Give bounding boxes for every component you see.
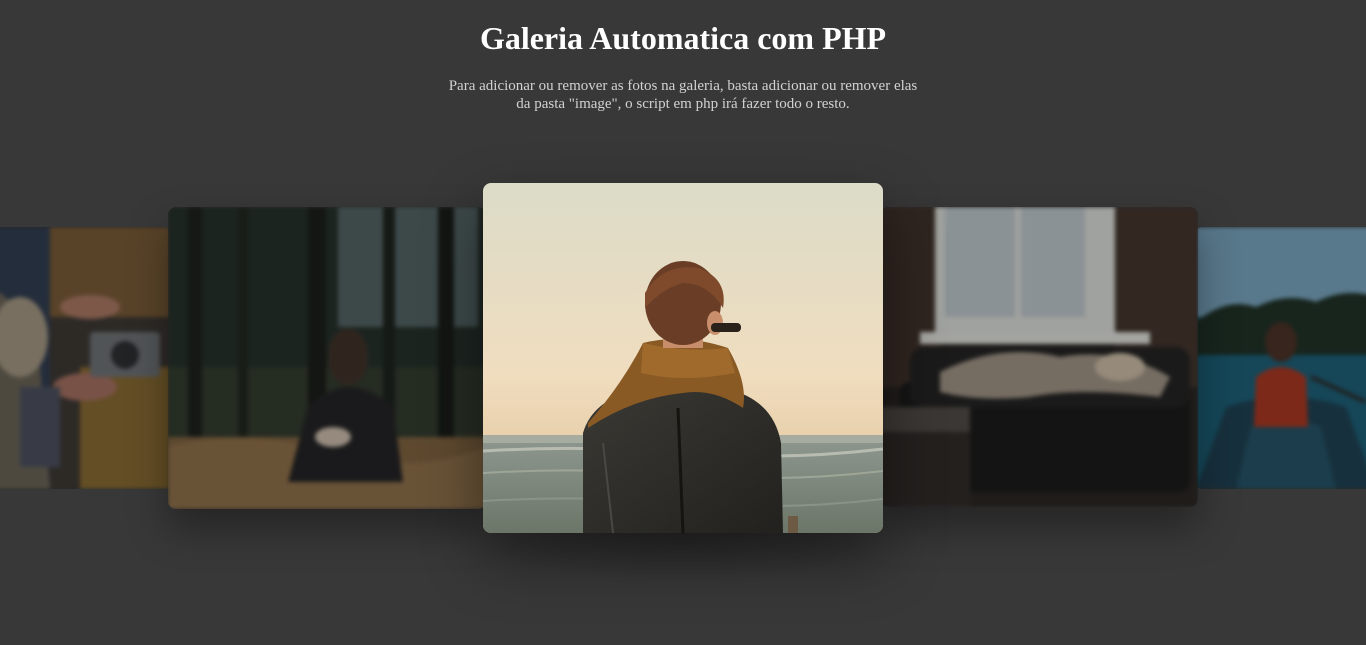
slide-forest-girl[interactable] [168,207,486,509]
forest-girl-image [168,207,486,509]
slide-camera-hands[interactable] [0,227,170,489]
sleeping-couch-image [880,207,1198,507]
canoe-lake-image [1196,227,1366,489]
slide-scarf-man-sea[interactable] [483,183,883,533]
gallery-page: Galeria Automatica com PHP Para adiciona… [0,0,1366,645]
slide-canoe-lake[interactable] [1196,227,1366,489]
camera-hands-image [0,227,170,489]
photo-carousel [0,0,1366,645]
scarf-man-sea-image [483,183,883,533]
slide-sleeping-couch[interactable] [880,207,1198,507]
active-slide-shadow [470,533,896,583]
